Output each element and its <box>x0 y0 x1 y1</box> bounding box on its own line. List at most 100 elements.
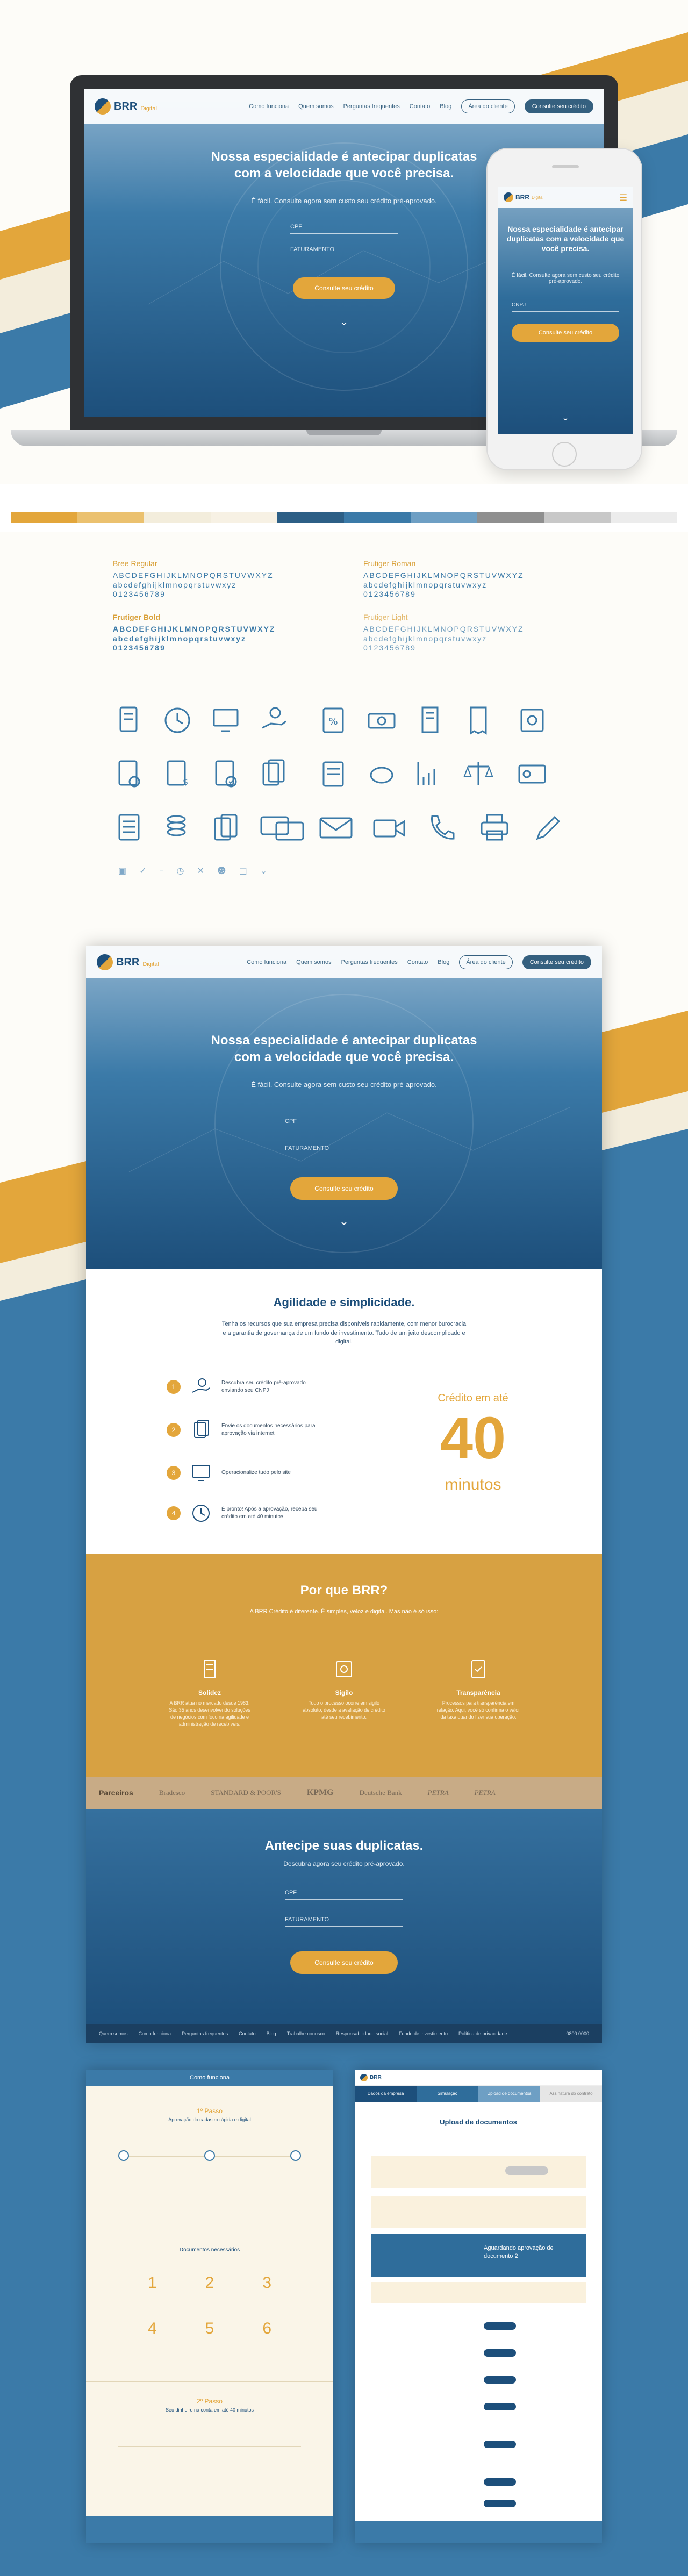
chevron-down-icon[interactable]: ⌄ <box>339 315 349 328</box>
landing-nav-quem-somos[interactable]: Quem somos <box>296 959 331 965</box>
swatch-cream <box>144 512 211 523</box>
footer-link[interactable]: Responsabilidade social <box>336 2031 388 2036</box>
cta-faturamento-input[interactable]: FATURAMENTO <box>285 1916 403 1927</box>
tab-simulacao[interactable]: Simulação <box>417 2086 478 2102</box>
upload-button[interactable] <box>484 2478 516 2486</box>
swatch-gray <box>477 512 544 523</box>
chevron-small-icon: ⌄ <box>260 865 268 876</box>
cta-button[interactable]: Consulte seu crédito <box>290 1951 398 1974</box>
why-col-transparencia: Transparência Processos para transparênc… <box>435 1658 521 1721</box>
footer-link[interactable]: Perguntas frequentes <box>182 2031 228 2036</box>
landing-logo[interactable]: BRR Digital <box>97 954 159 970</box>
id-card-icon <box>518 764 546 784</box>
step-text: Descubra seu crédito pré-aprovado envian… <box>221 1380 306 1393</box>
tab-assinatura[interactable]: Assinatura do contrato <box>540 2086 602 2102</box>
phone-speaker <box>552 165 579 168</box>
piggy-bank-icon <box>370 767 393 784</box>
invoice-icon <box>322 761 344 787</box>
tab-dados-empresa[interactable]: Dados da empresa <box>355 2086 417 2102</box>
phone-chevron-down-icon[interactable]: ⌄ <box>560 412 571 423</box>
money-document-icon: $ <box>167 760 188 787</box>
brr-logo[interactable]: BRR Digital <box>95 98 157 115</box>
doc-2-icon: 2 <box>205 2274 214 2292</box>
footer-phone[interactable]: 0800 0000 <box>566 2031 589 2036</box>
coins-icon <box>167 815 186 836</box>
faturamento-input[interactable]: FATURAMENTO <box>290 246 398 256</box>
why-text: A BRR Crédito é diferente. É simples, ve… <box>249 1608 439 1615</box>
swatch-blue <box>344 512 411 523</box>
list-document-icon <box>118 814 140 841</box>
landing-hero-cta-button[interactable]: Consulte seu crédito <box>290 1177 398 1200</box>
nav-cta-button[interactable]: Consulte seu crédito <box>524 99 593 113</box>
landing-cpf-input[interactable]: CPF <box>285 1118 403 1128</box>
percent-icon: % <box>322 707 344 733</box>
safe-icon <box>336 1661 352 1677</box>
footer-link[interactable]: Quem somos <box>99 2031 128 2036</box>
type-bree-bold: Frutiger Bold ABCDEFGHIJKLMNOPQRSTUVWXYZ… <box>113 613 275 653</box>
hero-cta-button[interactable]: Consulte seu crédito <box>293 277 395 299</box>
type-frutiger-roman: Frutiger Roman ABCDEFGHIJKLMNOPQRSTUVWXY… <box>363 559 524 599</box>
money-hand-icon <box>192 1378 210 1393</box>
screen-a-footer <box>86 2516 333 2543</box>
footer-link[interactable]: Trabalhe conosco <box>287 2031 325 2036</box>
upload-screen: BRR Dados da empresa Simulação Upload de… <box>355 2070 602 2543</box>
type-name: Frutiger Bold <box>113 613 160 621</box>
nav-link-como-funciona[interactable]: Como funciona <box>249 103 289 110</box>
phone-icon <box>431 815 455 840</box>
upload-button[interactable] <box>484 2441 516 2448</box>
phone-cnpj-input[interactable]: CNPJ <box>512 302 619 312</box>
cta-cpf-input[interactable]: CPF <box>285 1890 403 1900</box>
landing-nav-perguntas[interactable]: Perguntas frequentes <box>341 959 398 965</box>
screen-b-logo: BRR <box>370 2074 382 2080</box>
partner-deutsche: Deutsche Bank <box>359 1788 402 1797</box>
landing-nav-cta-button[interactable]: Consulte seu crédito <box>522 955 591 969</box>
video-icon <box>373 819 405 838</box>
footer-link[interactable]: Como funciona <box>139 2031 171 2036</box>
nav-link-quem-somos[interactable]: Quem somos <box>298 103 333 110</box>
upload-button[interactable] <box>484 2322 516 2330</box>
cpf-input[interactable]: CPF <box>290 224 398 234</box>
landing-client-area-button[interactable]: Área do cliente <box>459 955 513 969</box>
footer-link[interactable]: Fundo de investimento <box>399 2031 448 2036</box>
nav-link-perguntas[interactable]: Perguntas frequentes <box>343 103 400 110</box>
user-document-icon <box>118 760 140 788</box>
logo-text: BRR <box>114 100 138 112</box>
upload-button[interactable] <box>484 2376 516 2384</box>
upload-button[interactable] <box>484 2403 516 2410</box>
camera-icon: ▣ <box>118 865 127 876</box>
upload-button[interactable] <box>484 2349 516 2357</box>
landing-nav-contato[interactable]: Contato <box>407 959 428 965</box>
landing-nav-blog[interactable]: Blog <box>438 959 449 965</box>
client-area-button[interactable]: Área do cliente <box>461 99 515 113</box>
nav-link-contato[interactable]: Contato <box>410 103 431 110</box>
footer-link[interactable]: Política de privacidade <box>458 2031 507 2036</box>
landing-faturamento-input[interactable]: FATURAMENTO <box>285 1145 403 1155</box>
svg-text:$: $ <box>183 777 188 787</box>
svg-text:%: % <box>328 716 338 727</box>
step-text: Envie os documentos necessários para apr… <box>221 1423 316 1436</box>
tab-upload[interactable]: Upload de documentos <box>478 2086 540 2102</box>
footer-link[interactable]: Blog <box>267 2031 276 2036</box>
type-upper: ABCDEFGHIJKLMNOPQRSTUVWXYZ <box>113 625 276 633</box>
footer-link[interactable]: Contato <box>239 2031 256 2036</box>
logo-mark-icon <box>95 98 111 115</box>
why-title: Por que BRR? <box>300 1583 388 1598</box>
phone-cta-button[interactable]: Consulte seu crédito <box>512 324 619 342</box>
printer-icon <box>481 814 508 841</box>
swatch-light-cream <box>211 512 277 523</box>
swatch-light-gold <box>77 512 144 523</box>
phone-logo-sub: Digital <box>532 195 544 200</box>
check-document-icon <box>215 760 237 788</box>
upload-button[interactable] <box>484 2500 516 2507</box>
type-digits: 0123456789 <box>113 643 166 652</box>
why-col-text: Todo o processo ocorre em sigilo absolut… <box>303 1700 385 1720</box>
document-copy-icon <box>214 814 238 841</box>
landing-nav-como-funciona[interactable]: Como funciona <box>247 959 286 965</box>
menu-icon[interactable]: ☰ <box>620 192 627 203</box>
landing-hero-title-line1: Nossa especialidade é antecipar duplicat… <box>211 1033 477 1048</box>
landing-chevron-down-icon[interactable]: ⌄ <box>339 1215 349 1228</box>
type-lower: abcdefghijklmnopqrstuvwxyz <box>113 634 247 643</box>
screen-b-nav: BRR <box>355 2070 602 2086</box>
nav-link-blog[interactable]: Blog <box>440 103 452 110</box>
landing-logo-mark-icon <box>97 954 113 970</box>
